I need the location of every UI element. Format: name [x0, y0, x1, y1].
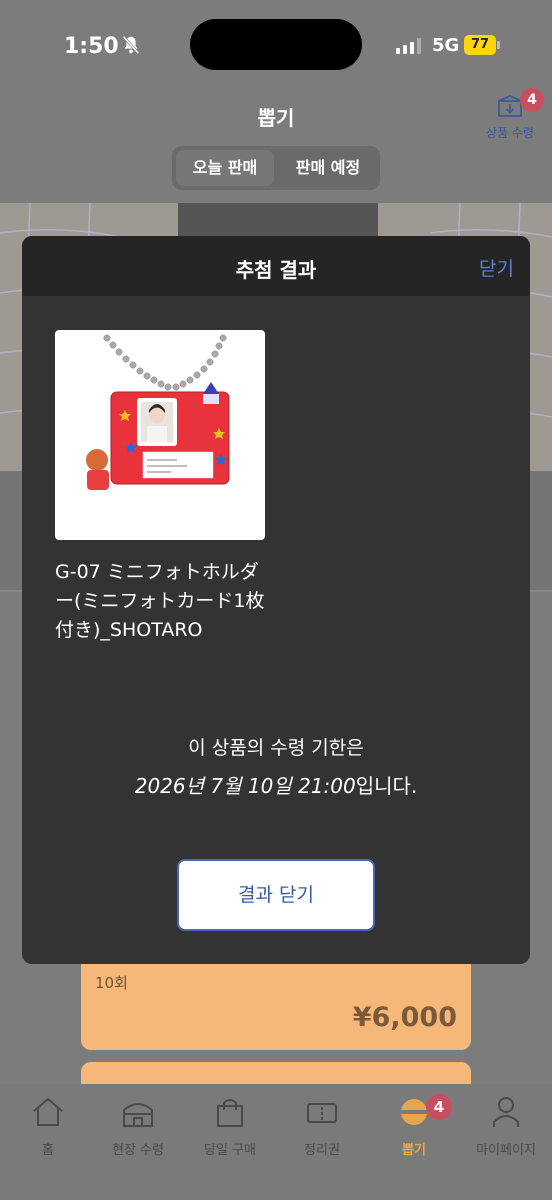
- receive-button[interactable]: 4 상품 수령: [480, 88, 546, 148]
- deadline-date: 2026년 7월 10일 21:00: [134, 774, 356, 798]
- nav-label-pickup: 현장 수령: [112, 1143, 164, 1158]
- person-icon: [493, 1097, 519, 1127]
- draw-badge: 4: [426, 1094, 452, 1120]
- home-icon: [33, 1097, 63, 1126]
- receive-count-badge: 4: [520, 88, 544, 112]
- nav-label-mypage: 마이페이지: [476, 1143, 536, 1158]
- nav-label-same-day: 당일 구매: [204, 1143, 256, 1158]
- page-title: 뽑기: [257, 106, 295, 130]
- nav-item-same-day[interactable]: 당일 구매: [184, 1092, 276, 1158]
- tab-today-sale[interactable]: 오늘 판매: [176, 150, 274, 186]
- deadline-suffix: 입니다.: [355, 774, 418, 798]
- dynamic-island: [190, 19, 362, 70]
- modal-header: 추첨 결과 닫기: [22, 236, 530, 296]
- draw-result-modal: 추첨 결과 닫기 G-07 ミニフォトホルダー(ミニフォトカード1枚付き)_SH…: [22, 236, 530, 964]
- receive-label: 상품 수령: [486, 126, 534, 140]
- photo-holder-illustration: [86, 334, 230, 490]
- nav-item-home[interactable]: 홈: [2, 1092, 94, 1158]
- draw-count: 10회: [95, 974, 128, 992]
- deadline-text: 2026년 7월 10일 21:00입니다.: [22, 770, 530, 799]
- network-type: 5G: [432, 35, 460, 56]
- nav-label-home: 홈: [42, 1143, 54, 1158]
- bottom-nav: 홈 현장 수령 당일 구매 정리권 4 뽑기 마이페이지: [0, 1084, 552, 1200]
- deadline-label: 이 상품의 수령 기한은: [188, 737, 364, 759]
- nav-item-mypage[interactable]: 마이페이지: [460, 1092, 552, 1158]
- status-bar: 1:50 5G 77: [0, 0, 552, 90]
- close-result-button[interactable]: 결과 닫기: [177, 859, 375, 931]
- product-name: G-07 ミニフォトホルダー(ミニフォトカード1枚付き)_SHOTARO: [55, 561, 265, 641]
- status-time: 1:50: [64, 34, 119, 59]
- store-icon: [123, 1103, 153, 1127]
- shopping-bag-icon: [217, 1099, 243, 1127]
- nav-item-pickup[interactable]: 현장 수령: [92, 1092, 184, 1158]
- price-option-card[interactable]: 10회 ¥6,000: [81, 962, 471, 1050]
- signal-icon: [396, 38, 421, 54]
- nav-item-ticket[interactable]: 정리권: [276, 1092, 368, 1158]
- battery-icon: 77: [464, 35, 500, 55]
- modal-title: 추첨 결과: [235, 258, 317, 282]
- nav-label-draw: 뽑기: [402, 1143, 426, 1158]
- nav-item-draw[interactable]: 4 뽑기: [368, 1092, 460, 1158]
- product-image: [55, 330, 265, 540]
- draw-price: ¥6,000: [352, 1002, 457, 1033]
- bell-slash-icon: [122, 35, 140, 55]
- ticket-icon: [307, 1103, 337, 1123]
- battery-level: 77: [470, 37, 490, 52]
- nav-label-ticket: 정리권: [304, 1143, 340, 1158]
- modal-close-link[interactable]: 닫기: [479, 254, 514, 281]
- sale-tabs: 오늘 판매 판매 예정: [172, 146, 380, 190]
- tab-upcoming-sale[interactable]: 판매 예정: [280, 150, 376, 186]
